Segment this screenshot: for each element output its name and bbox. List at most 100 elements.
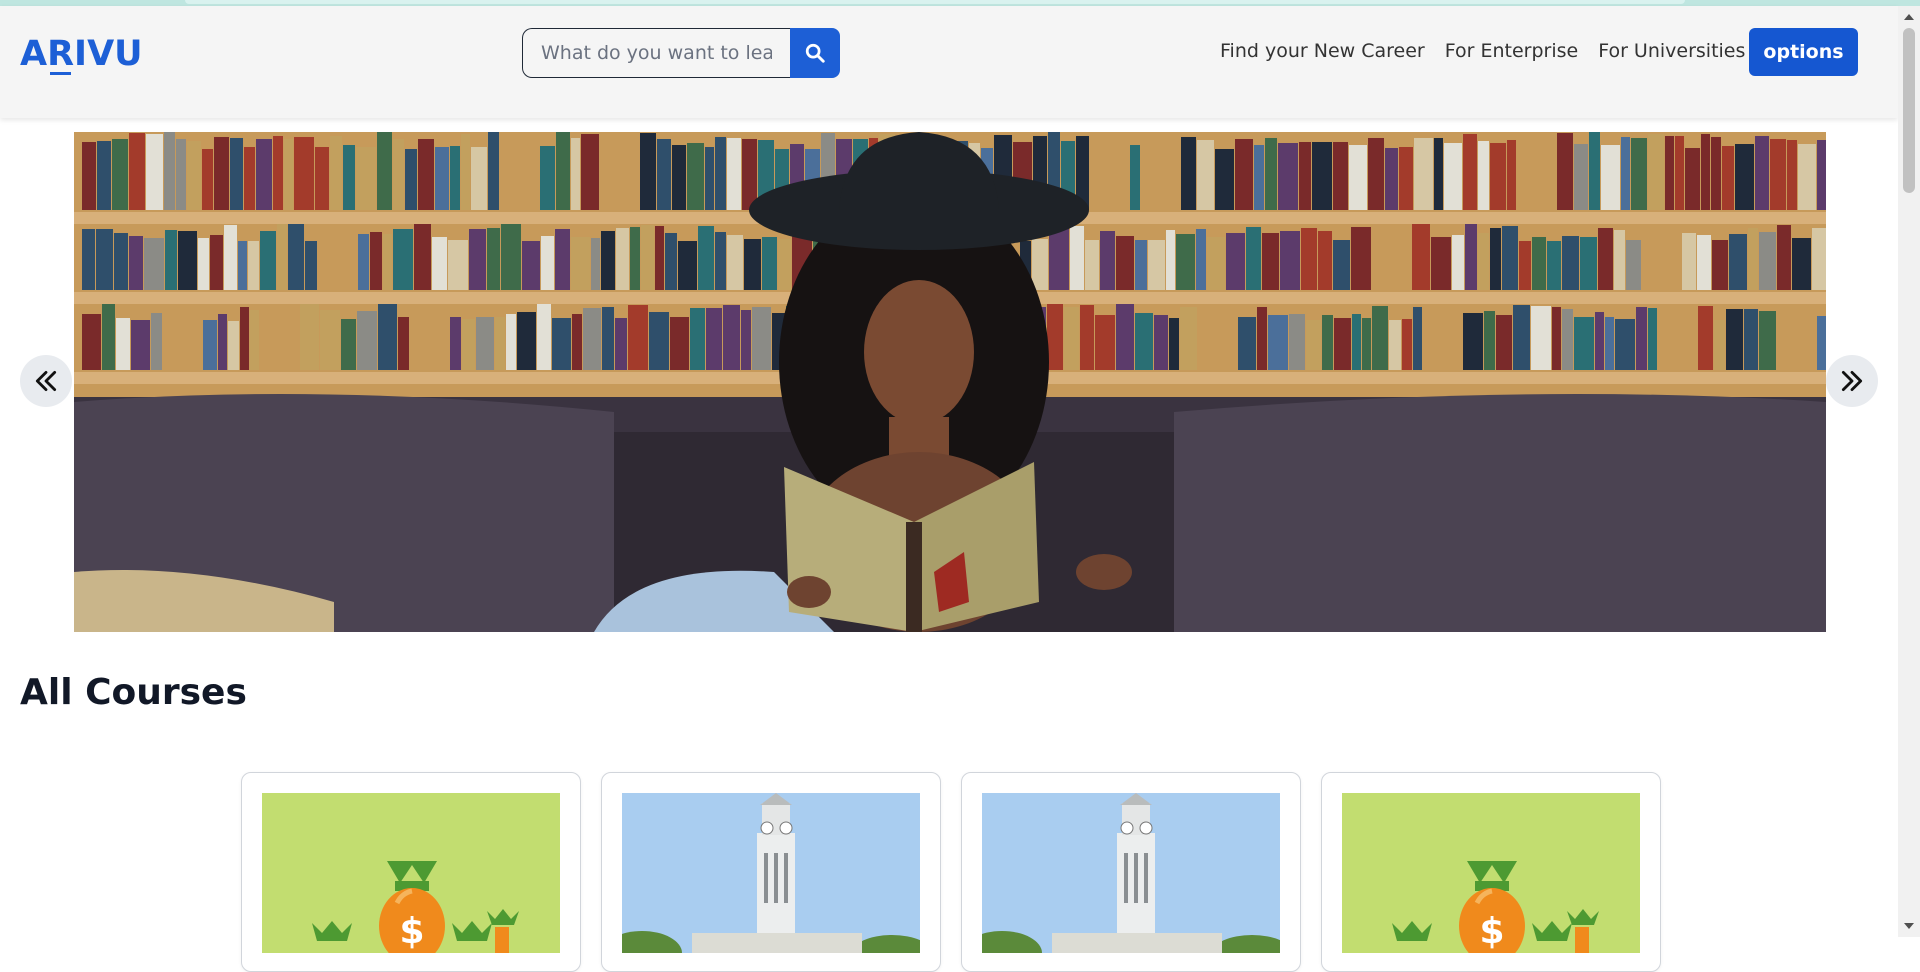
carousel-next-button[interactable]	[1826, 355, 1878, 407]
book-spine	[1265, 138, 1277, 210]
nav-link-enterprise[interactable]: For Enterprise	[1445, 40, 1578, 62]
book-spine	[1333, 240, 1350, 290]
book-spine	[1070, 226, 1084, 290]
book-spine	[1064, 307, 1079, 370]
book-spine	[461, 134, 470, 210]
book-spine	[506, 314, 516, 370]
book-spine	[657, 139, 671, 210]
clock-tower-image	[982, 793, 1280, 953]
book-spine	[1444, 143, 1462, 210]
book-spine	[1100, 231, 1115, 290]
book-spine	[649, 312, 669, 370]
double-chevron-left-icon	[35, 370, 57, 392]
book-spine	[462, 319, 475, 370]
book-spine	[1280, 231, 1300, 290]
course-card-image: $	[262, 793, 560, 953]
search-button[interactable]	[790, 28, 840, 78]
book-spine	[1032, 239, 1048, 290]
book-spine	[1562, 309, 1573, 370]
book-spine	[1154, 315, 1168, 370]
book-spine	[1095, 315, 1115, 370]
book-spine	[131, 320, 150, 370]
book-spine	[1777, 225, 1791, 290]
book-spine	[1215, 149, 1234, 210]
book-spine	[164, 132, 175, 210]
book-spine	[476, 317, 494, 370]
book-spine	[1787, 140, 1797, 210]
book-spine	[1334, 318, 1351, 370]
book-spine	[640, 133, 656, 210]
book-spine	[1257, 307, 1267, 370]
book-spine	[210, 235, 223, 290]
book-spine	[555, 229, 570, 290]
book-spine	[1729, 234, 1747, 290]
logo[interactable]: ARIVU	[20, 34, 143, 75]
book-spine	[572, 314, 582, 370]
book-spine	[1278, 143, 1298, 210]
book-spine	[1431, 237, 1451, 290]
book-spine	[1318, 231, 1332, 290]
book-spine	[320, 310, 340, 370]
book-spine	[1268, 315, 1288, 370]
scrollbar-thumb[interactable]	[1903, 28, 1915, 193]
book-spine	[778, 239, 791, 290]
book-spine	[432, 237, 447, 290]
book-spine	[541, 236, 554, 290]
book-spine	[1412, 224, 1430, 290]
money-bag-icon: $	[1342, 793, 1640, 953]
page-scrollbar[interactable]	[1898, 6, 1920, 937]
book-spine	[1402, 319, 1412, 370]
book-spine	[418, 139, 434, 210]
book-spine	[583, 308, 601, 370]
book-spine	[1770, 139, 1786, 210]
hero-carousel	[74, 132, 1826, 632]
course-card[interactable]: $	[1321, 772, 1661, 972]
book-spine	[1289, 314, 1305, 370]
book-spine	[288, 224, 304, 290]
book-spine	[1166, 230, 1175, 290]
nav-link-find-career[interactable]: Find your New Career	[1220, 40, 1425, 62]
book-spine	[655, 226, 664, 290]
course-card-image	[982, 793, 1280, 953]
scroll-down-arrow-icon[interactable]	[1904, 923, 1914, 929]
course-card[interactable]	[601, 772, 941, 972]
book-spine	[1080, 305, 1094, 370]
book-spine	[715, 232, 726, 290]
scroll-up-arrow-icon[interactable]	[1904, 14, 1914, 20]
book-spine	[116, 318, 130, 370]
logo-suffix: IVU	[74, 34, 143, 74]
book-spine	[1589, 132, 1600, 210]
book-spine	[214, 137, 229, 210]
book-spine	[1463, 134, 1477, 210]
book-spine	[1648, 308, 1657, 370]
book-spine	[1722, 146, 1734, 210]
book-spine	[752, 307, 771, 370]
book-spine	[1434, 138, 1443, 210]
book-spine	[1181, 137, 1196, 210]
book-spine	[448, 240, 468, 290]
book-spine	[240, 307, 249, 370]
book-spine	[114, 233, 128, 290]
book-spine	[300, 304, 319, 370]
svg-text:$: $	[1479, 911, 1504, 952]
book-spine	[198, 238, 209, 290]
book-spine	[591, 238, 600, 290]
book-spine	[1631, 138, 1647, 210]
book-spine	[129, 236, 143, 290]
nav-link-universities[interactable]: For Universities	[1598, 40, 1745, 62]
book-spine	[1574, 144, 1588, 210]
book-spine	[1322, 315, 1333, 370]
search-input[interactable]	[522, 28, 790, 78]
course-card[interactable]	[961, 772, 1301, 972]
logo-prefix: A	[20, 34, 48, 74]
book-spine	[1614, 230, 1625, 290]
book-spine	[1531, 306, 1551, 370]
book-spine	[487, 228, 500, 290]
carousel-prev-button[interactable]	[20, 355, 72, 407]
options-button[interactable]: options	[1749, 28, 1858, 76]
book-spine	[1169, 318, 1179, 370]
book-spine	[488, 132, 499, 210]
book-spine	[1682, 233, 1696, 290]
course-card[interactable]: $	[241, 772, 581, 972]
book-spine	[187, 141, 201, 210]
